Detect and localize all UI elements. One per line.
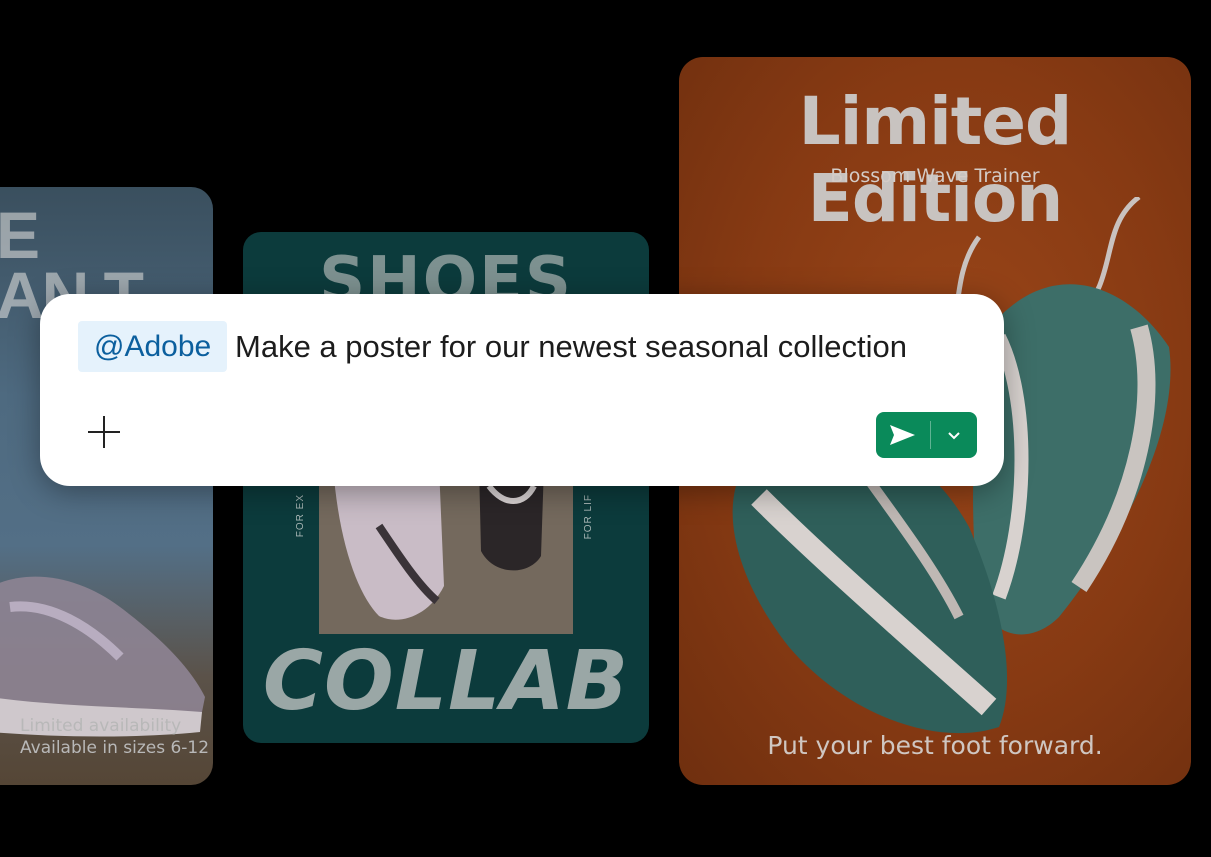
add-button[interactable]: [86, 414, 122, 450]
poster-left-caption-line2: Available in sizes 6-12: [20, 738, 210, 758]
poster-left-caption: Limited availability Available in sizes …: [20, 715, 209, 759]
send-button-group: [876, 412, 977, 458]
poster-middle-side-left: FOR EX: [295, 494, 306, 538]
poster-left-caption-line1: Limited availability: [20, 716, 182, 736]
sneaker-pair-image: [319, 466, 573, 634]
mention-chip[interactable]: @Adobe: [78, 321, 228, 372]
plus-icon: [88, 416, 120, 448]
sneaker-pair-photo: [319, 466, 573, 634]
send-options-dropdown[interactable]: [931, 412, 977, 458]
poster-left-title-line1: E: [0, 198, 40, 272]
poster-middle-side-right: FOR LIF: [583, 494, 594, 540]
poster-middle-bottom-title: COLLAB: [262, 634, 630, 729]
poster-right-subhead: Blossom Wave Trainer: [830, 165, 1040, 187]
prompt-input[interactable]: Make a poster for our newest seasonal co…: [235, 321, 907, 372]
poster-right-tagline: Put your best foot forward.: [767, 731, 1103, 760]
prompt-panel: @Adobe Make a poster for our newest seas…: [40, 294, 1004, 486]
poster-card-left: E AN T Limited availability Available in…: [0, 187, 213, 785]
send-arrow-icon: [890, 425, 915, 445]
send-button[interactable]: [876, 412, 930, 458]
chevron-down-icon: [948, 432, 960, 440]
